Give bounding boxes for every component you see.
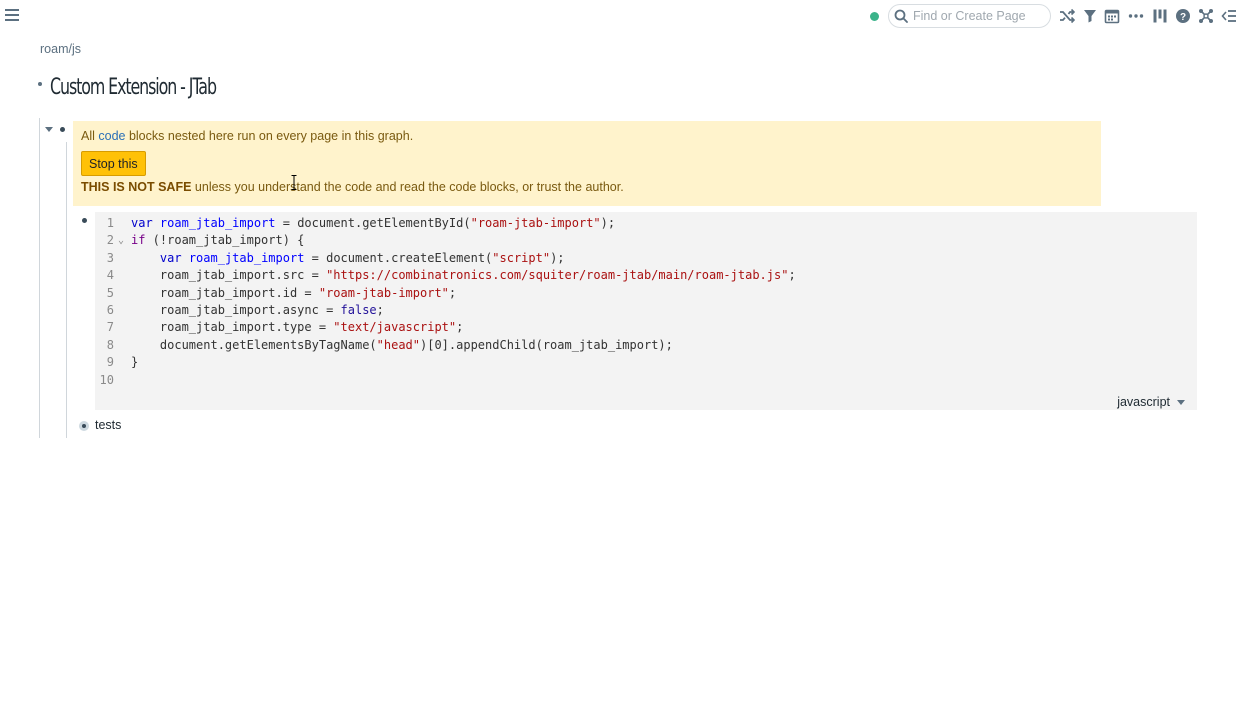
help-icon[interactable]: ?	[1175, 8, 1191, 24]
right-sidebar-icon[interactable]	[1152, 8, 1168, 24]
top-bar: ?	[0, 0, 1244, 34]
collapse-caret-icon[interactable]	[45, 127, 53, 132]
fold-toggle-icon[interactable]: ⌄	[118, 232, 124, 249]
code-link[interactable]: code	[98, 129, 125, 143]
line-number: 8	[106, 337, 114, 352]
shuffle-icon[interactable]	[1059, 8, 1075, 24]
block-bullet[interactable]	[60, 127, 65, 132]
code-text: var roam_jtab_import = document.getEleme…	[131, 216, 616, 230]
warning-message: All code blocks nested here run on every…	[81, 129, 413, 143]
code-text: roam_jtab_import.type = "text/javascript…	[131, 320, 464, 335]
line-number: 6	[106, 303, 114, 317]
page-title[interactable]: Custom Extension - JTab	[50, 75, 217, 100]
warning-safety-note: THIS IS NOT SAFE unless you understand t…	[81, 180, 624, 194]
code-text: var roam_jtab_import = document.createEl…	[159, 250, 565, 265]
search-input[interactable]	[913, 7, 1045, 25]
chevron-down-icon	[1177, 400, 1185, 406]
code-line[interactable]: 2 ⌄ if (!roam_jtab_import) {	[95, 232, 1197, 249]
more-icon[interactable]	[1128, 8, 1144, 24]
code-line[interactable]: 10	[95, 372, 1197, 389]
code-text: roam_jtab_import.async = false;	[131, 303, 384, 317]
code-text: roam_jtab_import.id = "roam-jtab-import"…	[131, 285, 457, 300]
line-number: 5	[106, 285, 114, 300]
block-tests[interactable]: tests	[95, 418, 121, 432]
code-line[interactable]: 1 var roam_jtab_import = document.getElem…	[95, 215, 1197, 232]
line-number: 1	[106, 216, 114, 230]
code-line[interactable]: 4 roam_jtab_import.src = "https://combin…	[95, 267, 1197, 284]
code-text: document.getElementsByTagName("head")[0]…	[131, 337, 673, 352]
outline-guide-line	[66, 142, 67, 438]
code-line[interactable]: 6 roam_jtab_import.async = false;	[95, 302, 1197, 319]
line-number: 3	[106, 250, 114, 265]
language-select[interactable]: javascript	[1117, 395, 1185, 409]
filter-icon[interactable]	[1082, 8, 1098, 24]
search-icon	[894, 9, 908, 23]
outline-guide-line	[39, 118, 40, 438]
breadcrumb[interactable]: roam/js	[40, 42, 81, 56]
warning-bold: THIS IS NOT SAFE	[81, 180, 192, 194]
text-cursor-icon	[291, 175, 297, 190]
line-number: 9	[106, 355, 114, 370]
daily-notes-icon[interactable]	[1104, 8, 1120, 24]
left-sidebar-icon[interactable]	[1221, 8, 1237, 24]
menu-icon[interactable]	[5, 9, 19, 23]
block-bullet[interactable]	[82, 218, 87, 223]
line-number: 4	[106, 268, 114, 283]
code-text: roam_jtab_import.src = "https://combinat…	[131, 268, 796, 283]
language-label: javascript	[1117, 395, 1170, 409]
search-box[interactable]	[888, 4, 1051, 28]
warning-text: unless you understand the code and read …	[191, 180, 624, 194]
svg-text:?: ?	[1180, 12, 1186, 23]
code-line[interactable]: 9}	[95, 354, 1197, 371]
warning-text: All	[81, 129, 99, 143]
sync-status-icon	[870, 12, 879, 21]
code-text: }	[131, 355, 139, 370]
roam-js-warning: All code blocks nested here run on every…	[73, 121, 1101, 206]
graph-icon[interactable]	[1198, 8, 1214, 24]
stop-this-button[interactable]: Stop this	[81, 151, 146, 176]
code-line[interactable]: 8 document.getElementsByTagName("head")[…	[95, 337, 1197, 354]
code-line[interactable]: 7 roam_jtab_import.type = "text/javascri…	[95, 319, 1197, 336]
code-line[interactable]: 3 var roam_jtab_import = document.create…	[95, 250, 1197, 267]
title-bullet	[38, 82, 42, 86]
code-text: if (!roam_jtab_import) {	[131, 233, 305, 248]
collapsed-block-bullet[interactable]	[79, 421, 89, 431]
warning-text: blocks nested here run on every page in …	[125, 129, 414, 143]
code-line[interactable]: 5 roam_jtab_import.id = "roam-jtab-impor…	[95, 285, 1197, 302]
code-block[interactable]: 1 var roam_jtab_import = document.getElem…	[95, 212, 1197, 410]
line-number: 2	[106, 233, 114, 248]
line-number: 10	[99, 372, 114, 387]
line-number: 7	[106, 320, 114, 335]
